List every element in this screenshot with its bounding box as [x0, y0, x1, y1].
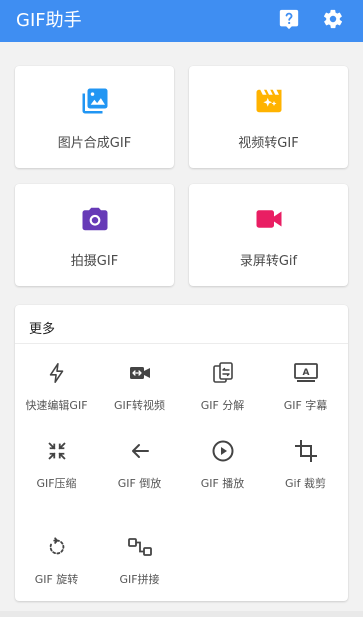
videocam-icon [189, 204, 348, 234]
tool-label: GIF 字幕 [283, 399, 328, 412]
tool-gif-join[interactable]: GIF拼接 [98, 523, 181, 593]
images-to-gif-label: 图片合成GIF [57, 136, 132, 151]
tool-label: GIF 分解 [200, 399, 245, 412]
reverse-arrow-icon [98, 437, 181, 465]
help-icon [278, 8, 300, 34]
app-title: GIF助手 [16, 10, 82, 31]
tool-gif-compress[interactable]: GIF压缩 [15, 427, 98, 497]
tool-label: GIF 倒放 [117, 477, 162, 490]
help-button[interactable] [276, 8, 302, 34]
screen-record-to-gif-card[interactable]: 录屏转Gif [189, 184, 348, 286]
video-convert-icon [98, 359, 181, 387]
tool-label: GIF 旋转 [34, 573, 79, 586]
tool-gif-crop[interactable]: Gif 裁剪 [264, 427, 347, 497]
tool-quick-edit[interactable]: 快速编辑GIF [15, 349, 98, 419]
shoot-gif-label: 拍摄GIF [70, 254, 119, 269]
join-icon [98, 533, 181, 561]
tool-label: 快速编辑GIF [25, 399, 88, 412]
divider [15, 343, 348, 344]
tool-gif-split[interactable]: GIF 分解 [181, 349, 264, 419]
more-title: 更多 [29, 322, 56, 337]
tool-gif-reverse[interactable]: GIF 倒放 [98, 427, 181, 497]
tool-gif-to-video[interactable]: GIF转视频 [98, 349, 181, 419]
tool-label: Gif 裁剪 [285, 477, 326, 490]
movie-sparkle-icon [189, 86, 348, 116]
app-bar: GIF助手 [0, 0, 363, 42]
camera-icon [15, 204, 174, 234]
tool-label: GIF拼接 [119, 573, 160, 586]
more-tools-card: 更多 快速编辑GIF GIF转视频 GIF 分解 A GIF 字幕 GIF压缩 … [15, 305, 348, 601]
photo-library-icon [15, 86, 174, 116]
rotate-icon [15, 533, 98, 561]
tool-gif-play[interactable]: GIF 播放 [181, 427, 264, 497]
video-to-gif-label: 视频转GIF [238, 136, 299, 151]
bottom-edge [0, 611, 363, 617]
svg-text:A: A [302, 368, 309, 378]
settings-button[interactable] [320, 8, 346, 34]
tool-gif-rotate[interactable]: GIF 旋转 [15, 523, 98, 593]
video-to-gif-card[interactable]: 视频转GIF [189, 66, 348, 168]
tool-label: GIF转视频 [113, 399, 166, 412]
screen-record-to-gif-label: 录屏转Gif [239, 254, 298, 269]
caption-icon: A [264, 359, 347, 387]
shoot-gif-card[interactable]: 拍摄GIF [15, 184, 174, 286]
settings-icon [322, 8, 344, 34]
compress-icon [15, 437, 98, 465]
flash-icon [15, 359, 98, 387]
split-icon [181, 359, 264, 387]
images-to-gif-card[interactable]: 图片合成GIF [15, 66, 174, 168]
crop-icon [264, 437, 347, 465]
play-circle-icon [181, 437, 264, 465]
tool-gif-caption[interactable]: A GIF 字幕 [264, 349, 347, 419]
tool-label: GIF压缩 [36, 477, 77, 490]
tool-label: GIF 播放 [200, 477, 245, 490]
